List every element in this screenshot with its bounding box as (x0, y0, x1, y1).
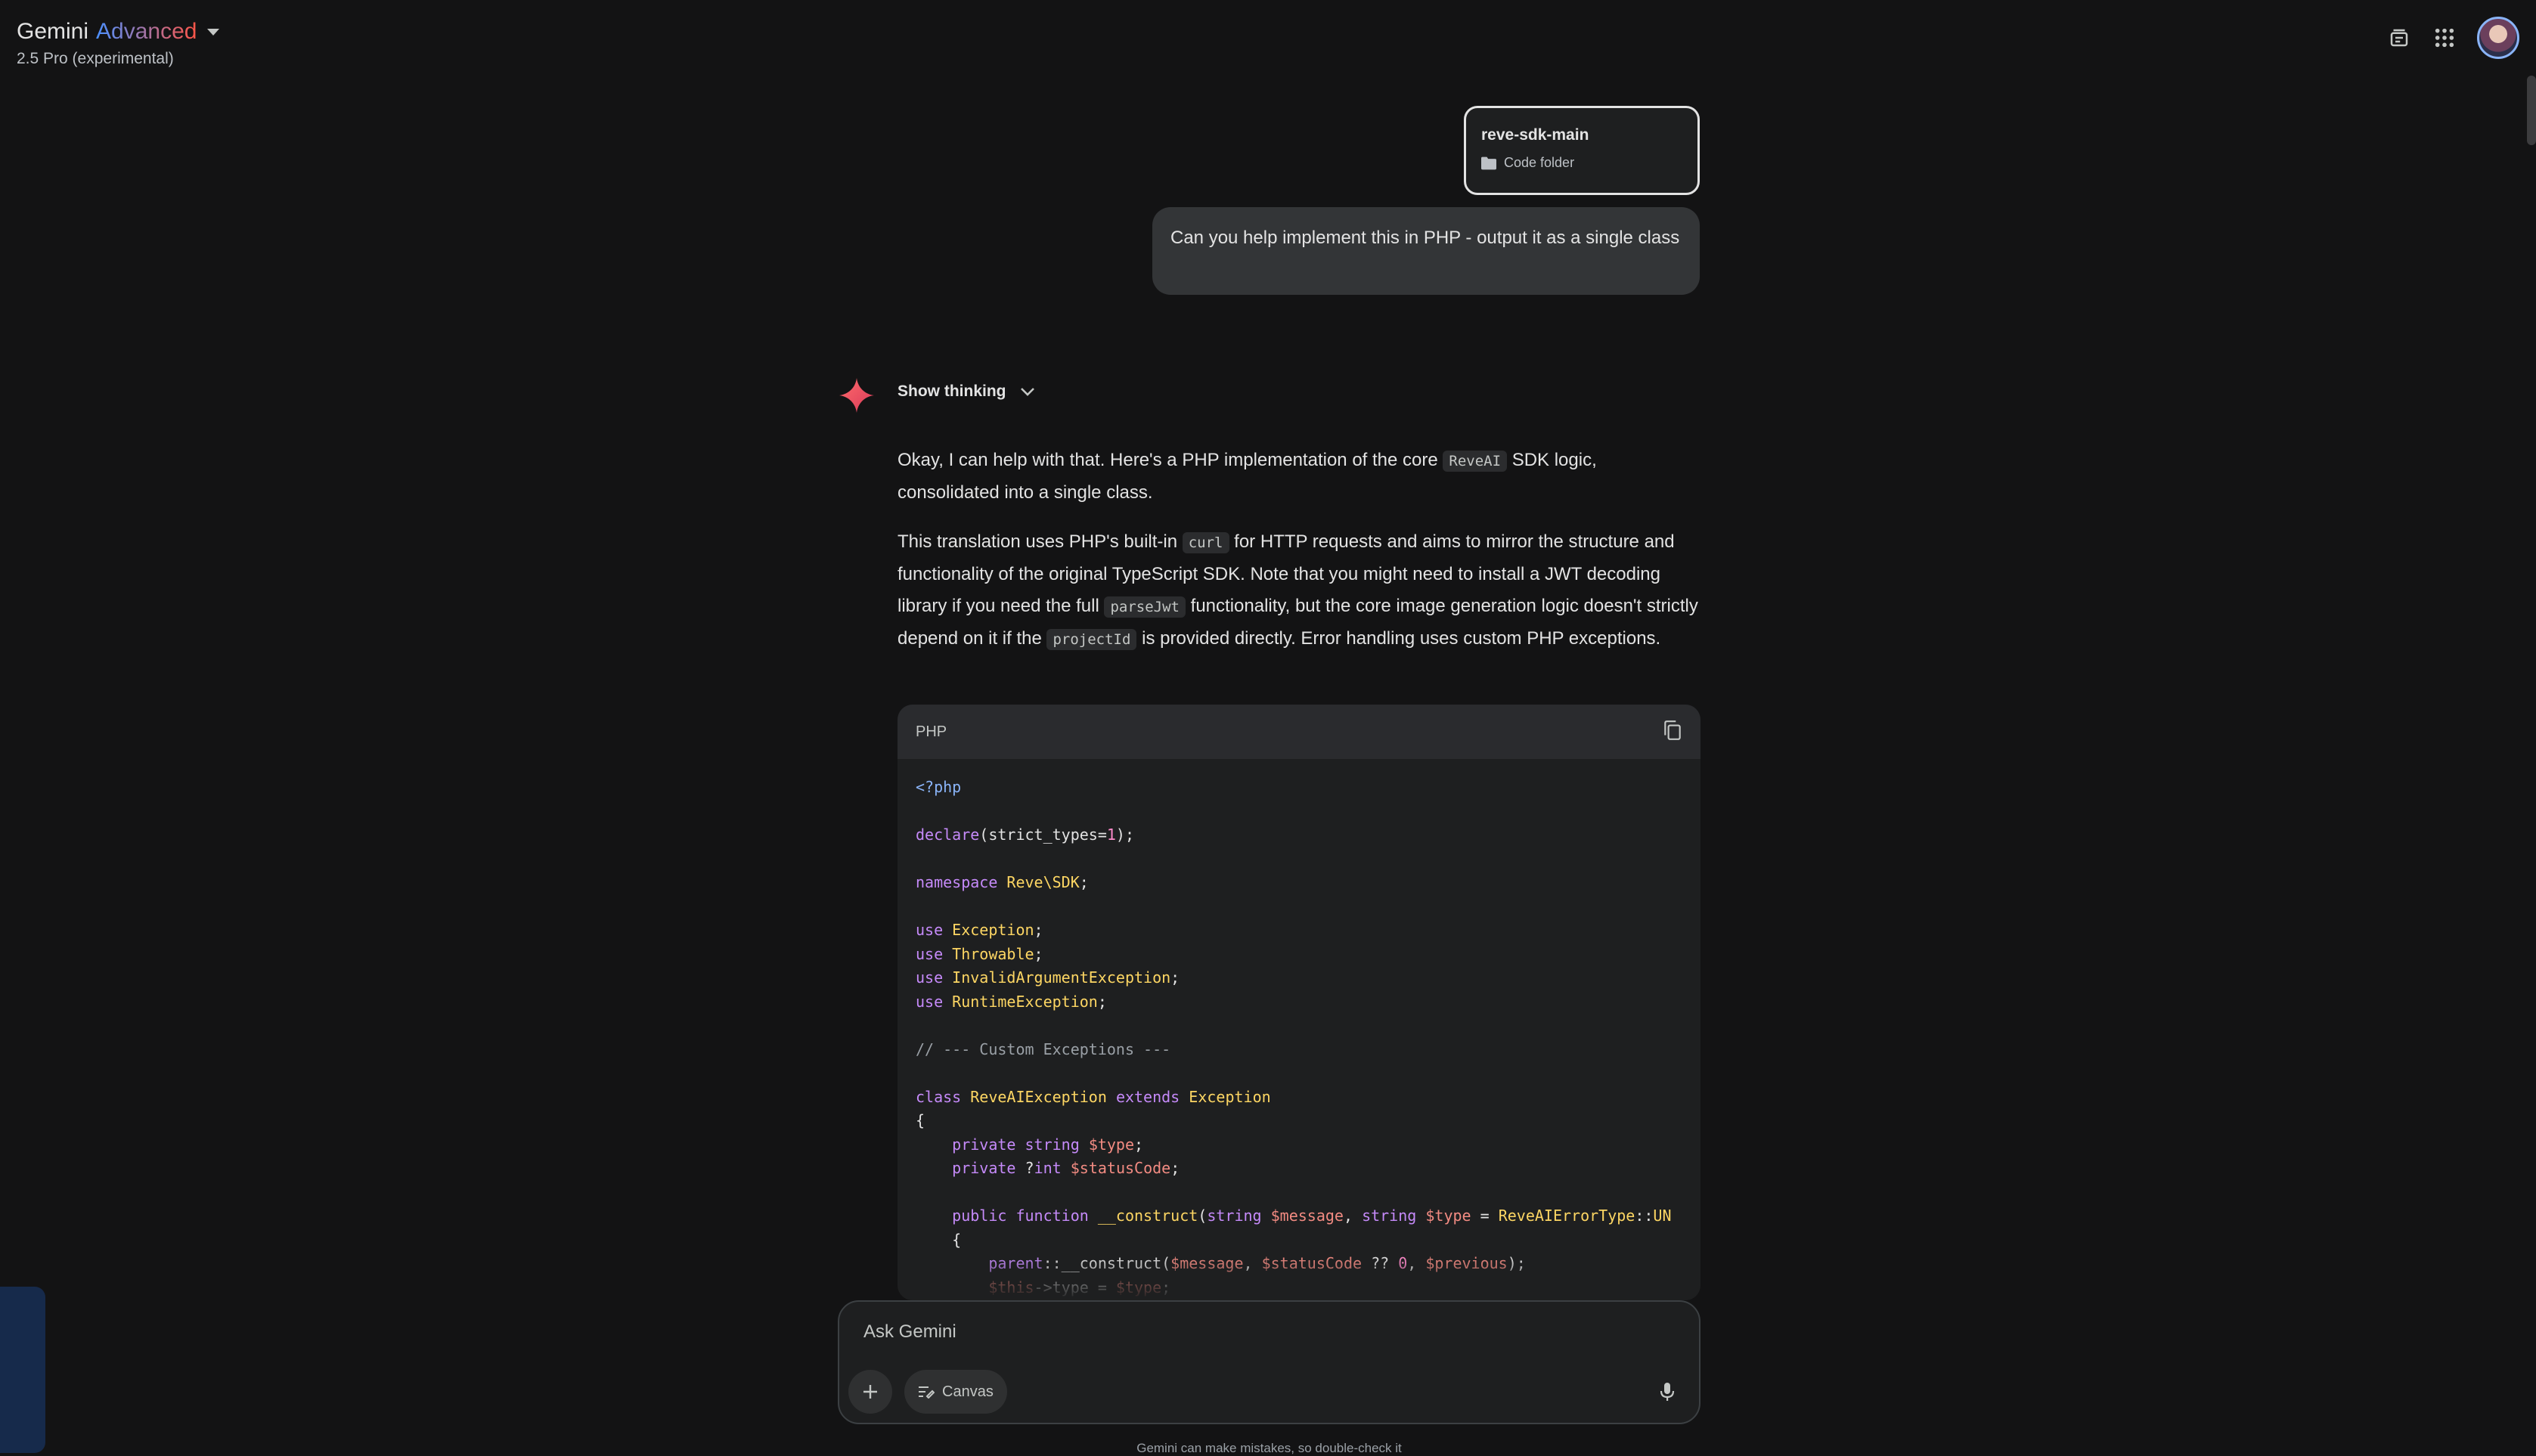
brand-tier: Advanced (96, 17, 197, 47)
gemini-spark-icon (839, 378, 874, 417)
disclaimer: Gemini can make mistakes, so double-chec… (1136, 1441, 1402, 1455)
prompt-composer[interactable]: Ask Gemini Canvas (838, 1300, 1700, 1424)
code-line: { (916, 1230, 962, 1249)
inline-code: ReveAI (1443, 451, 1508, 472)
brand-name: Gemini (17, 19, 89, 44)
scrollbar-thumb[interactable] (2527, 76, 2536, 145)
code-line: use Throwable; (916, 944, 1043, 963)
code-block: PHP <?php declare(strict_types=1); names… (898, 705, 1700, 1300)
top-bar-actions (2386, 17, 2519, 59)
account-avatar[interactable] (2477, 17, 2519, 59)
microphone-icon (1660, 1383, 1675, 1401)
add-attachment-button[interactable] (848, 1370, 892, 1414)
folder-icon (1481, 156, 1496, 169)
inline-code: projectId (1046, 629, 1137, 650)
inline-code: parseJwt (1104, 596, 1186, 618)
code-line: use InvalidArgumentException; (916, 968, 1180, 987)
plus-icon (863, 1385, 877, 1399)
code-line: namespace Reve\SDK; (916, 873, 1089, 891)
code-line: <?php (916, 778, 962, 796)
copy-icon (1664, 720, 1681, 740)
response-paragraph: Okay, I can help with that. Here's a PHP… (898, 450, 1597, 503)
code-line: // --- Custom Exceptions --- (916, 1039, 1171, 1058)
user-message: Can you help implement this in PHP - out… (1152, 207, 1700, 295)
response-paragraph: This translation uses PHP's built-in cur… (898, 531, 1698, 650)
attachment-name: reve-sdk-main (1481, 126, 1589, 144)
apps-grid-icon[interactable] (2432, 25, 2457, 51)
model-switcher[interactable]: Gemini Advanced (17, 17, 220, 47)
app-header: Gemini Advanced 2.5 Pro (experimental) (17, 17, 220, 68)
code-line: public function __construct(string $mess… (952, 1207, 1672, 1225)
code-line: { (916, 1111, 925, 1129)
attachment-card[interactable]: reve-sdk-main Code folder (1464, 106, 1700, 195)
model-name: 2.5 Pro (experimental) (17, 50, 174, 67)
microphone-button[interactable] (1652, 1374, 1682, 1409)
code-line: class ReveAIException extends Exception (916, 1087, 1271, 1106)
temporary-chat-icon[interactable] (2386, 25, 2412, 51)
code-line: private string $type; (952, 1135, 1144, 1154)
code-line: declare(strict_types=1); (916, 826, 1135, 844)
code-block-header: PHP (898, 705, 1700, 759)
canvas-button[interactable]: Canvas (904, 1370, 1007, 1414)
canvas-label: Canvas (942, 1383, 994, 1400)
code-content: <?php declare(strict_types=1); namespace… (898, 759, 1700, 1300)
canvas-icon (919, 1386, 935, 1399)
chevron-down-icon (207, 28, 220, 36)
code-fade-overlay (898, 1255, 1700, 1300)
side-panel-tab[interactable] (0, 1287, 45, 1453)
code-line: use Exception; (916, 921, 1043, 939)
inline-code: curl (1182, 532, 1229, 553)
copy-code-button[interactable] (1663, 720, 1682, 745)
show-thinking-toggle[interactable]: Show thinking (898, 383, 1036, 401)
show-thinking-label: Show thinking (898, 383, 1006, 400)
code-language: PHP (916, 723, 947, 740)
chevron-down-icon (1021, 388, 1035, 396)
prompt-input[interactable]: Ask Gemini (863, 1321, 956, 1343)
code-line: use RuntimeException; (916, 992, 1107, 1011)
attachment-type: Code folder (1504, 155, 1575, 170)
code-line: private ?int $statusCode; (952, 1159, 1180, 1177)
